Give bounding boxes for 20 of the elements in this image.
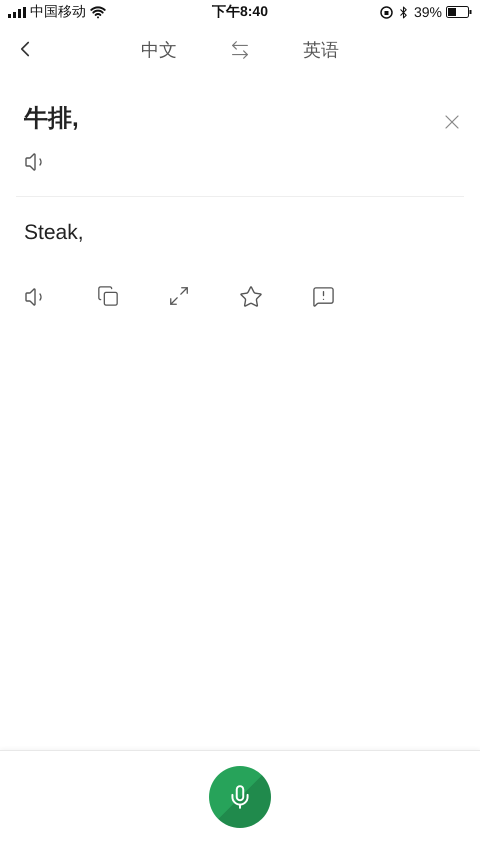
translation-text: Steak,: [23, 220, 85, 245]
battery-icon: [446, 6, 472, 18]
expand-icon: [168, 285, 190, 307]
star-button[interactable]: [239, 285, 263, 309]
status-time: 下午8:40: [212, 3, 268, 21]
report-button[interactable]: [312, 285, 335, 309]
star-icon: [239, 285, 263, 309]
source-text: 牛排,: [24, 104, 79, 134]
source-language-button[interactable]: 中文: [141, 38, 177, 62]
rotation-lock-icon: [380, 6, 393, 18]
copy-icon: [97, 285, 119, 307]
battery-percent: 39%: [414, 4, 442, 20]
copy-button[interactable]: [97, 285, 119, 309]
swap-languages-button[interactable]: [229, 39, 251, 61]
carrier-name: 中国移动: [30, 3, 86, 21]
wifi-icon: [90, 4, 106, 20]
swap-icon: [229, 39, 251, 61]
target-language-button[interactable]: 英语: [303, 38, 339, 62]
signal-icon: [8, 6, 26, 18]
report-icon: [312, 285, 335, 308]
